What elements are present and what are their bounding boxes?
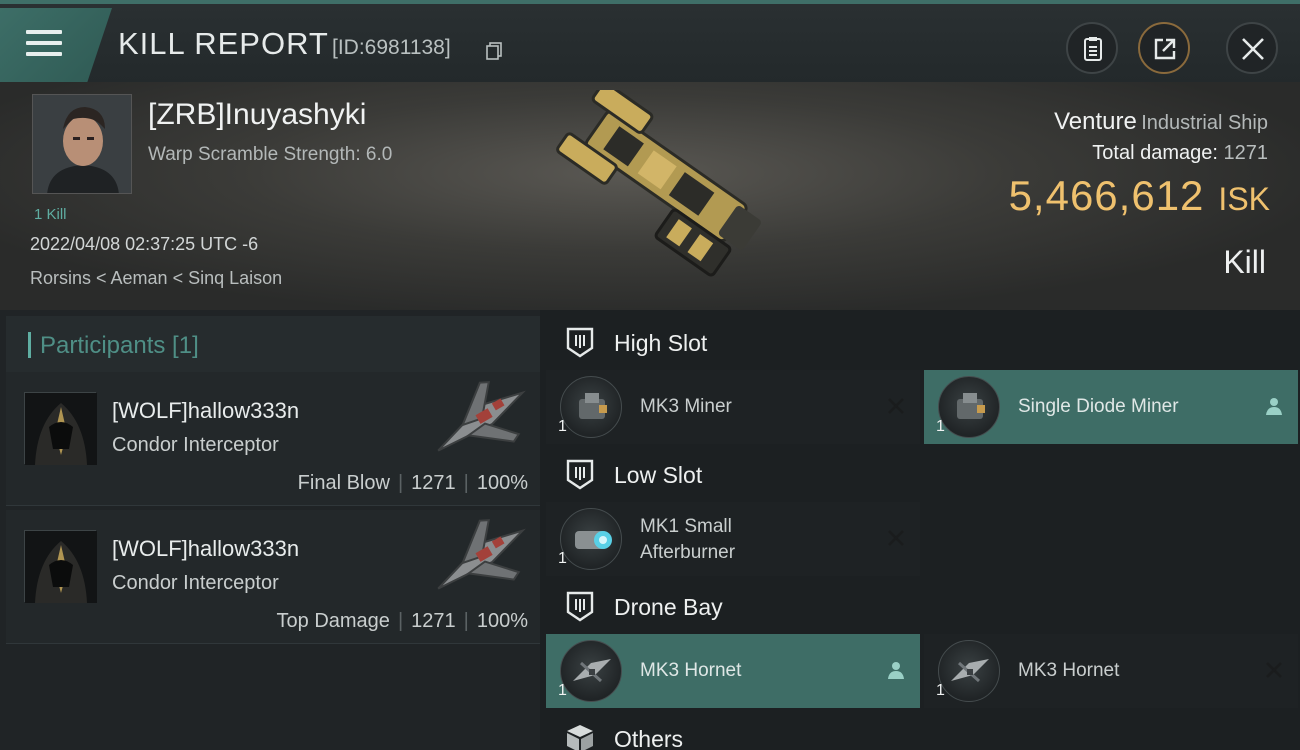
module-item[interactable]: 1 MK3 Hornet bbox=[924, 634, 1298, 708]
participants-title: Participants [1] bbox=[40, 332, 199, 359]
victim-avatar[interactable] bbox=[32, 94, 132, 194]
destroyed-x-icon bbox=[888, 398, 904, 414]
menu-button[interactable] bbox=[0, 8, 112, 82]
victim-kill-count: 1 Kill bbox=[34, 206, 67, 223]
stats-divider: | bbox=[463, 472, 469, 494]
victim-ship-name[interactable]: Venture bbox=[1054, 108, 1137, 135]
total-damage-label: Total damage: bbox=[1092, 142, 1218, 164]
drone-icon bbox=[560, 640, 622, 702]
isk-value: 5,466,612 bbox=[1008, 172, 1205, 219]
participant-ship-image bbox=[437, 519, 526, 590]
total-damage: Total damage: 1271 bbox=[1092, 142, 1268, 165]
module-item[interactable]: 1 Single Diode Miner bbox=[924, 370, 1298, 444]
hooded-pilot-icon bbox=[25, 531, 97, 603]
participant-damage: 1271 bbox=[411, 472, 456, 494]
victim-name[interactable]: [ZRB]Inuyashyki bbox=[148, 98, 366, 132]
module-name: MK3 Hornet bbox=[640, 660, 742, 681]
close-button[interactable] bbox=[1226, 22, 1278, 74]
drone-icon bbox=[938, 640, 1000, 702]
destroyed-x-icon bbox=[888, 530, 904, 546]
participant-name[interactable]: [WOLF]hallow333n bbox=[112, 536, 299, 562]
hooded-pilot-icon bbox=[25, 393, 97, 465]
participant-percent: 100% bbox=[476, 472, 528, 494]
participant-ship: Condor Interceptor bbox=[112, 572, 279, 594]
victim-ship-class: Industrial Ship bbox=[1141, 112, 1268, 134]
participant-name[interactable]: [WOLF]hallow333n bbox=[112, 398, 299, 424]
miner-module-icon bbox=[560, 376, 622, 438]
module-name-line: Afterburner bbox=[640, 542, 736, 563]
module-item[interactable]: 1 MK3 Hornet bbox=[546, 634, 920, 708]
module-name: MK3 Miner bbox=[640, 396, 732, 417]
participant-role: Top Damage bbox=[276, 610, 390, 632]
participant-stats: Final Blow | 1271 | 100% bbox=[298, 472, 528, 495]
participant-row[interactable]: [WOLF]hallow333n Condor Interceptor Fina… bbox=[6, 372, 540, 506]
participant-avatar[interactable] bbox=[24, 530, 97, 603]
victim-ship-image bbox=[556, 90, 761, 277]
participants-header[interactable]: Participants [1] bbox=[6, 316, 540, 372]
kill-timestamp: 2022/04/08 02:37:25 UTC -6 bbox=[30, 234, 259, 254]
victim-panel: [ZRB]Inuyashyki Warp Scramble Strength: … bbox=[0, 82, 1300, 310]
participant-ship-image bbox=[437, 381, 526, 452]
slot-icon bbox=[566, 459, 594, 490]
slot-icon bbox=[566, 591, 594, 622]
others-title: Others bbox=[614, 726, 684, 750]
participants-panel: Participants [1] [WOLF]hallow333n Condor… bbox=[0, 310, 540, 750]
isk-unit: ISK bbox=[1218, 181, 1270, 217]
stats-divider: | bbox=[397, 472, 404, 494]
participant-damage: 1271 bbox=[411, 610, 456, 632]
slot-icon bbox=[566, 327, 594, 358]
low-slot-header: Low Slot bbox=[546, 444, 1300, 504]
page-title: KILL REPORT bbox=[118, 26, 329, 61]
cube-icon bbox=[567, 725, 593, 750]
participant-percent: 100% bbox=[476, 610, 528, 632]
warp-scramble-strength: Warp Scramble Strength: 6.0 bbox=[148, 144, 393, 165]
kill-location[interactable]: Rorsins < Aeman < Sinq Laison bbox=[30, 268, 282, 289]
share-button[interactable] bbox=[1138, 22, 1190, 74]
module-quantity: 1 bbox=[558, 682, 567, 699]
total-damage-value: 1271 bbox=[1223, 142, 1269, 164]
participant-ship: Condor Interceptor bbox=[112, 434, 279, 456]
menu-icon bbox=[26, 30, 62, 58]
dropped-person-icon bbox=[1266, 398, 1282, 415]
dropped-person-icon bbox=[888, 662, 904, 679]
drone-bay-title: Drone Bay bbox=[614, 594, 723, 620]
drone-bay-header: Drone Bay bbox=[546, 576, 1300, 636]
module-quantity: 1 bbox=[936, 682, 945, 699]
module-name-line: MK1 Small bbox=[640, 516, 732, 537]
stats-divider: | bbox=[397, 610, 404, 632]
high-slot-header: High Slot bbox=[546, 312, 1300, 372]
victim-ship-line: Venture Industrial Ship bbox=[1054, 108, 1268, 136]
top-bar: KILL REPORT [ID:6981138] bbox=[0, 0, 1300, 82]
clipboard-icon bbox=[1084, 37, 1102, 61]
low-slot-title: Low Slot bbox=[614, 462, 703, 488]
copy-icon[interactable] bbox=[486, 42, 502, 60]
participant-stats: Top Damage | 1271 | 100% bbox=[277, 610, 528, 633]
module-item[interactable]: 1 MK1 Small Afterburner bbox=[546, 502, 920, 576]
module-name: MK1 Small Afterburner bbox=[640, 514, 735, 566]
module-name: MK3 Hornet bbox=[1018, 660, 1120, 681]
fitting-panel: High Slot 1 MK3 Miner 1 Single Diode Min… bbox=[546, 310, 1300, 750]
isk-value-line: 5,466,612 ISK bbox=[1009, 172, 1270, 220]
module-item[interactable]: 1 MK3 Miner bbox=[546, 370, 920, 444]
destroyed-x-icon bbox=[1266, 662, 1282, 678]
high-slot-title: High Slot bbox=[614, 330, 708, 356]
participants-accent-bar bbox=[28, 332, 31, 358]
pilot-portrait-icon bbox=[33, 95, 131, 193]
participant-row[interactable]: [WOLF]hallow333n Condor Interceptor Top … bbox=[6, 510, 540, 644]
afterburner-module-icon bbox=[560, 508, 622, 570]
participant-role: Final Blow bbox=[297, 472, 390, 494]
report-id: [ID:6981138] bbox=[332, 36, 451, 59]
close-icon bbox=[1242, 38, 1264, 60]
clipboard-button[interactable] bbox=[1066, 22, 1118, 74]
module-quantity: 1 bbox=[936, 418, 945, 435]
miner-module-icon bbox=[938, 376, 1000, 438]
module-quantity: 1 bbox=[558, 550, 567, 567]
others-header: Others bbox=[546, 708, 1300, 750]
stats-divider: | bbox=[463, 610, 469, 632]
share-icon bbox=[1154, 38, 1176, 60]
kill-result: Kill bbox=[1223, 244, 1266, 280]
module-quantity: 1 bbox=[558, 418, 567, 435]
module-name: Single Diode Miner bbox=[1018, 396, 1179, 417]
participant-avatar[interactable] bbox=[24, 392, 97, 465]
